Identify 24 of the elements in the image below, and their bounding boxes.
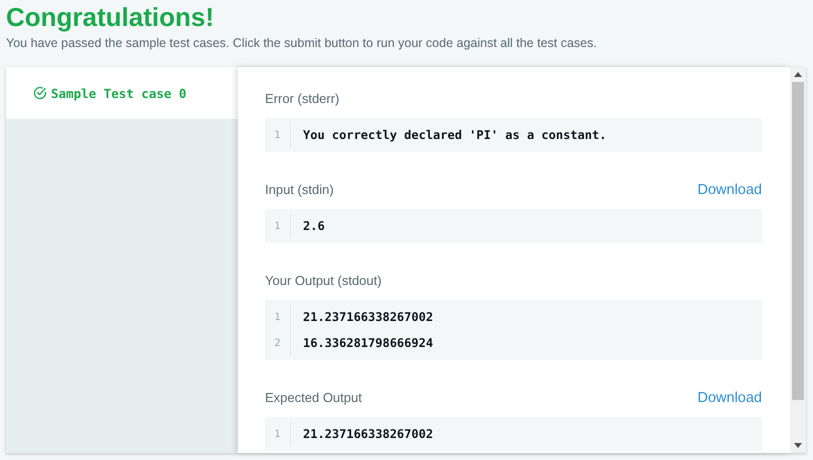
line-number: 1 bbox=[265, 421, 291, 447]
check-circle-icon bbox=[33, 86, 47, 100]
line-number: 2 bbox=[265, 330, 291, 356]
download-link[interactable]: Download bbox=[698, 390, 762, 406]
section-label: Your Output (stdout) bbox=[265, 273, 382, 288]
code-line: 21.237166338267002 bbox=[302, 427, 434, 441]
scrollbar-thumb[interactable] bbox=[792, 82, 804, 400]
scrollbar[interactable] bbox=[790, 67, 806, 453]
code-line: 16.336281798666924 bbox=[302, 336, 434, 350]
code-line: 2.6 bbox=[302, 219, 325, 233]
line-number: 1 bbox=[265, 304, 291, 330]
code-line: 21.237166338267002 bbox=[302, 310, 434, 324]
section-label: Input (stdin) bbox=[265, 182, 334, 197]
scroll-up-icon[interactable] bbox=[794, 72, 802, 77]
test-case-tab[interactable]: Sample Test case 0 bbox=[6, 67, 238, 119]
section-label: Expected Output bbox=[265, 390, 362, 405]
line-number: 1 bbox=[265, 122, 291, 148]
section-label: Error (stderr) bbox=[265, 91, 340, 106]
page-title: Congratulations! bbox=[6, 1, 215, 32]
code-line: You correctly declared 'PI' as a constant. bbox=[302, 128, 606, 142]
page-subtitle: You have passed the sample test cases. Click the submit button to run your code against all the test cases. bbox=[6, 35, 598, 51]
scroll-down-icon[interactable] bbox=[794, 443, 802, 448]
download-link[interactable]: Download bbox=[698, 182, 762, 198]
line-number: 1 bbox=[265, 213, 291, 239]
